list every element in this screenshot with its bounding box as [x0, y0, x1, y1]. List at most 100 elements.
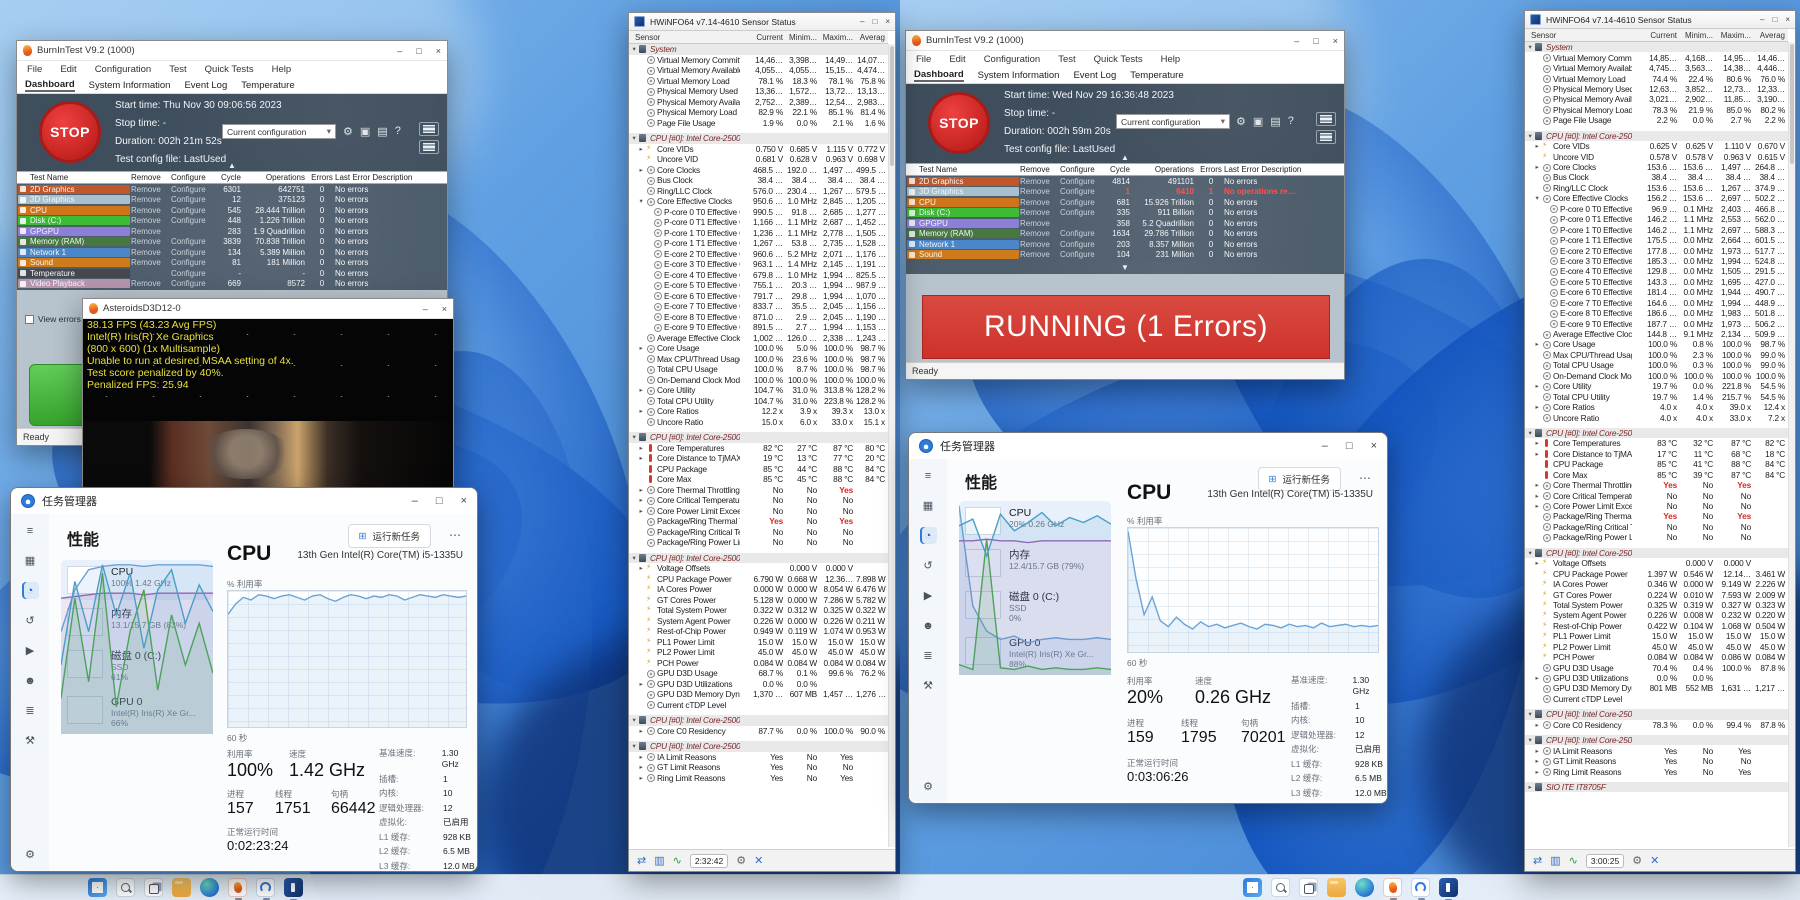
- sensor-row[interactable]: Total System Power 0.322 W 0.312 W 0.325…: [629, 605, 888, 616]
- expand-icon[interactable]: ▸: [1532, 492, 1542, 500]
- col-sensor[interactable]: Sensor: [1525, 31, 1632, 40]
- configure-link[interactable]: Configure: [1060, 250, 1104, 259]
- stop-button[interactable]: STOP: [39, 101, 101, 163]
- test-row[interactable]: CPU Remove Configure 681 15.926 Trillion…: [906, 197, 1344, 208]
- sensor-row[interactable]: CPU Package 85 °C 41 °C 88 °C 84 °C: [1525, 459, 1788, 469]
- meter-toggle-button[interactable]: [1316, 112, 1336, 126]
- sensor-row[interactable]: ▾ System: [1525, 42, 1788, 52]
- sensor-row[interactable]: ▸ Core Ratios 12.2 x 3.9 x 39.3 x 13.0 x: [629, 406, 888, 417]
- sensor-row[interactable]: ▸ Ring Limit Reasons Yes No Yes: [629, 773, 888, 784]
- sensor-row[interactable]: E-core 8 T0 Effective Clock 871.0 … 2.9 …: [629, 312, 888, 323]
- sensor-row[interactable]: ▸ Core Power Limit Exceeded No No No: [1525, 501, 1788, 511]
- minimize-icon[interactable]: –: [1322, 440, 1328, 452]
- sensor-row[interactable]: Virtual Memory Load 74.4 % 22.4 % 80.6 %…: [1525, 73, 1788, 83]
- remove-link[interactable]: Remove: [131, 248, 171, 257]
- sensor-row[interactable]: ▸ Core Clocks 153.6 … 153.6 … 1,497 … 26…: [1525, 162, 1788, 172]
- sensor-row[interactable]: GPU D3D Memory Dynamic 801 MB 552 MB 1,6…: [1525, 683, 1788, 693]
- expand-icon[interactable]: ▸: [1532, 450, 1542, 458]
- menu-item[interactable]: File: [27, 64, 42, 75]
- sensor-row[interactable]: E-core 2 T0 Effective Clock 960.6 … 5.2 …: [629, 249, 888, 260]
- configure-link[interactable]: Configure: [171, 195, 215, 204]
- configure-link[interactable]: Configure: [171, 248, 215, 257]
- file-explorer-icon[interactable]: [1327, 878, 1346, 897]
- col-remove[interactable]: Remove: [1020, 165, 1060, 174]
- edge-icon[interactable]: [200, 878, 219, 897]
- close-sensors-icon[interactable]: ✕: [1650, 854, 1659, 867]
- expand-icon[interactable]: ▸: [1532, 403, 1542, 411]
- sensor-row[interactable]: ▾ CPU [#0]: Intel Core-2500: …: [629, 741, 888, 752]
- sensor-row[interactable]: Virtual Memory Available 4,745… 3,563… 1…: [1525, 63, 1788, 73]
- sensor-row[interactable]: ▸ Core VIDs 0.625 V 0.625 V 1.110 V 0.67…: [1525, 141, 1788, 151]
- details-icon[interactable]: ≣: [22, 702, 39, 719]
- sensor-row[interactable]: ▾ CPU [#0]: Intel Core-2500: [1525, 131, 1788, 141]
- sensor-row[interactable]: E-core 8 T0 Effective Clock 186.6 … 0.0 …: [1525, 308, 1788, 318]
- col-test-name[interactable]: Test Name: [18, 173, 130, 182]
- sensor-row[interactable]: PCH Power 0.084 W 0.084 W 0.084 W 0.084 …: [629, 658, 888, 669]
- sensor-row[interactable]: Page File Usage 2.2 % 0.0 % 2.7 % 2.2 %: [1525, 115, 1788, 125]
- close-icon[interactable]: ×: [442, 304, 447, 314]
- expand-icon[interactable]: ▾: [1525, 736, 1535, 744]
- close-sensors-icon[interactable]: ✕: [754, 854, 763, 867]
- configure-link[interactable]: Configure: [171, 279, 215, 288]
- perf-card[interactable]: GPU 0 Intel(R) Iris(R) Xe Gr... 88%: [959, 631, 1111, 675]
- sensor-row[interactable]: ▸ GT Limit Reasons Yes No No: [1525, 756, 1788, 766]
- configure-link[interactable]: Configure: [171, 206, 215, 215]
- remove-link[interactable]: Remove: [131, 195, 171, 204]
- sensor-row[interactable]: PL1 Power Limit 15.0 W 15.0 W 15.0 W 15.…: [1525, 631, 1788, 641]
- sensor-row[interactable]: ▾ CPU [#0]: Intel Core-2500: E…: [629, 553, 888, 564]
- sensor-row[interactable]: Uncore Ratio 4.0 x 4.0 x 33.0 x 7.2 x: [1525, 412, 1788, 422]
- sensor-row[interactable]: PL1 Power Limit 15.0 W 15.0 W 15.0 W 15.…: [629, 637, 888, 648]
- test-row[interactable]: GPGPU Remove 358 5.2 Quadrillion 0 No er…: [906, 218, 1344, 229]
- sensor-row[interactable]: ▾ Core Effective Clocks 156.2 … 153.6 … …: [1525, 193, 1788, 203]
- expand-icon[interactable]: ▸: [1532, 747, 1542, 755]
- sensor-row[interactable]: E-core 6 T0 Effective Clock 791.7 … 29.8…: [629, 291, 888, 302]
- sensor-row[interactable]: Physical Memory Available 2,752… 2,389… …: [629, 97, 888, 108]
- sensor-row[interactable]: ▾ CPU [#0]: Intel Core-2500: …: [1525, 735, 1788, 745]
- configure-link[interactable]: Configure: [171, 185, 215, 194]
- remove-link[interactable]: Remove: [1020, 250, 1060, 259]
- col-avg[interactable]: Averag: [1754, 31, 1788, 40]
- test-row[interactable]: 3D Graphics Remove Configure 12 375123 0…: [17, 195, 447, 206]
- expand-icon[interactable]: ▸: [636, 344, 646, 352]
- expand-icon[interactable]: ▸: [636, 444, 646, 452]
- expand-icon[interactable]: ▸: [636, 507, 646, 515]
- sensor-row[interactable]: Rest-of-Chip Power 0.422 W 0.104 W 1.068…: [1525, 621, 1788, 631]
- sensor-row[interactable]: ▸ Voltage Offsets 0.000 V 0.000 V: [629, 563, 888, 574]
- sensor-row[interactable]: Virtual Memory Committed 14,85… 4,168… 1…: [1525, 52, 1788, 62]
- configuration-dropdown[interactable]: Current configuration: [222, 124, 336, 139]
- col-configure[interactable]: Configure: [1060, 165, 1104, 174]
- remove-link[interactable]: Remove: [1020, 208, 1060, 217]
- sensor-row[interactable]: P-core 1 T0 Effective Clock 146.2 … 1.1 …: [1525, 224, 1788, 234]
- remove-link[interactable]: Remove: [1020, 219, 1060, 228]
- sensor-row[interactable]: GT Cores Power 0.224 W 0.010 W 7.593 W 2…: [1525, 589, 1788, 599]
- tab[interactable]: Dashboard: [914, 69, 964, 82]
- sensor-row[interactable]: PCH Power 0.084 W 0.084 W 0.086 W 0.084 …: [1525, 652, 1788, 662]
- sensor-row[interactable]: ▸ IA Limit Reasons Yes No Yes: [1525, 745, 1788, 755]
- sensor-row[interactable]: CPU Package Power 1.397 W 0.546 W 12.14……: [1525, 568, 1788, 578]
- sensor-row[interactable]: IA Cores Power 0.000 W 0.000 W 8.054 W 6…: [629, 584, 888, 595]
- sensor-row[interactable]: ▸ Ring Limit Reasons Yes No Yes: [1525, 766, 1788, 776]
- sensor-row[interactable]: ▸ GPU D3D Utilizations 0.0 % 0.0 %: [629, 679, 888, 690]
- task-view-icon[interactable]: [1299, 878, 1318, 897]
- sensor-row[interactable]: ▸ GPU D3D Utilizations 0.0 % 0.0 %: [1525, 673, 1788, 683]
- sensor-row[interactable]: CPU Package Power 6.790 W 0.668 W 12.36……: [629, 574, 888, 585]
- minimize-icon[interactable]: –: [412, 495, 418, 507]
- minimize-icon[interactable]: –: [1760, 15, 1764, 24]
- col-configure[interactable]: Configure: [171, 173, 215, 182]
- sensor-row[interactable]: ▸ Core Utility 104.7 % 31.0 % 313.8 % 12…: [629, 385, 888, 396]
- edge-icon[interactable]: [1355, 878, 1374, 897]
- help-icon[interactable]: ?: [395, 125, 401, 138]
- remove-link[interactable]: Remove: [1020, 198, 1060, 207]
- task-manager-icon[interactable]: [256, 878, 275, 897]
- test-row[interactable]: Memory (RAM) Remove Configure 3839 70.83…: [17, 237, 447, 248]
- sensor-row[interactable]: ▸ Core Critical Temperature No No No: [629, 495, 888, 506]
- sensor-row[interactable]: Core Max 85 °C 39 °C 87 °C 84 °C: [1525, 470, 1788, 480]
- col-min[interactable]: Minim...: [786, 33, 820, 42]
- more-options-icon[interactable]: ⋯: [449, 528, 461, 542]
- sensor-row[interactable]: ▸ Core Ratios 4.0 x 4.0 x 39.0 x 12.4 x: [1525, 402, 1788, 412]
- menu-item[interactable]: Configuration: [984, 54, 1041, 65]
- start-button[interactable]: [1243, 878, 1262, 897]
- sensor-row[interactable]: ▸ Core Thermal Throttling Yes No Yes: [1525, 480, 1788, 490]
- expand-icon[interactable]: ▸: [1532, 757, 1542, 765]
- burnintest-icon[interactable]: [228, 878, 247, 897]
